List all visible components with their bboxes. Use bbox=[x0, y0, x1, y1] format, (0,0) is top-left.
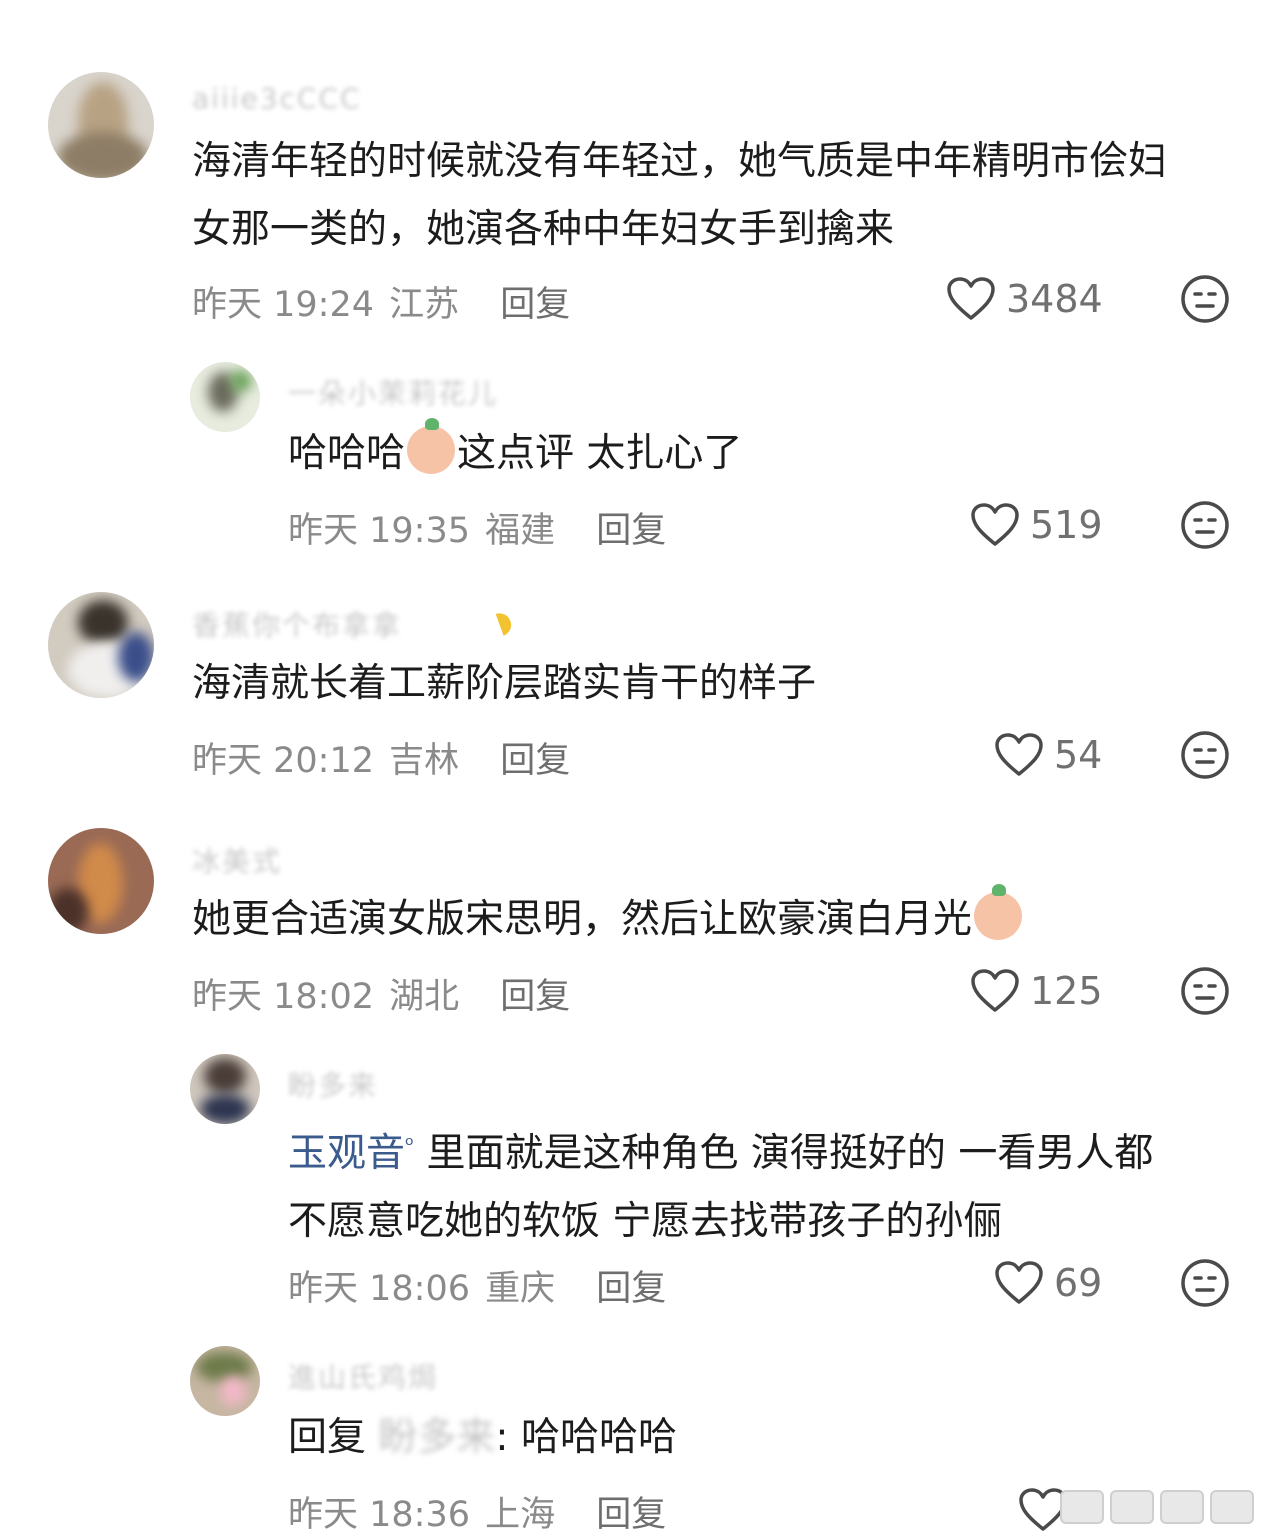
reply-target-name[interactable]: 盼多来 bbox=[378, 1415, 495, 1460]
username[interactable]: 進山氏鸡焗 bbox=[288, 1356, 438, 1396]
location: 上海 bbox=[485, 1495, 556, 1535]
dislike-icon[interactable] bbox=[1180, 966, 1230, 1016]
username[interactable]: 盼多来 bbox=[288, 1064, 378, 1104]
comment-text: 回复 盼多来: 哈哈哈哈 bbox=[288, 1415, 677, 1460]
like-button[interactable]: 519 bbox=[970, 502, 1103, 548]
timestamp: 昨天 19:35 bbox=[288, 511, 470, 551]
reply-button[interactable]: 回复 bbox=[596, 1495, 666, 1535]
watermark-block bbox=[1110, 1490, 1154, 1524]
heart-icon bbox=[971, 969, 1019, 1012]
avatar[interactable] bbox=[190, 1054, 260, 1124]
like-count: 54 bbox=[1054, 733, 1103, 777]
laughing-crying-emoji-icon bbox=[407, 418, 456, 474]
mention-link[interactable]: 玉观音 bbox=[288, 1131, 405, 1176]
username[interactable]: 一朵小茉莉花儿 bbox=[288, 372, 498, 412]
comment-text: 玉观音ᵒ 里面就是这种角色 演得挺好的 一看男人都 不愿意吃她的软饭 宁愿去找带… bbox=[288, 1131, 1154, 1244]
comment-text: 哈哈哈 这点评 太扎心了 bbox=[288, 418, 742, 488]
comment-text: 海清就长着工薪阶层踏实肯干的样子 bbox=[192, 661, 817, 706]
comment-meta: 昨天 20:12 吉林 回复 bbox=[192, 732, 570, 783]
watermark-block bbox=[1060, 1490, 1104, 1524]
timestamp: 昨天 18:06 bbox=[288, 1269, 470, 1309]
timestamp: 昨天 19:24 bbox=[192, 285, 374, 325]
banana-icon: ◗ bbox=[490, 602, 518, 641]
comment-meta: 昨天 19:35 福建 回复 bbox=[288, 502, 666, 553]
peach-emoji-icon bbox=[974, 884, 1023, 940]
username[interactable]: aiiie3cCCC bbox=[192, 82, 362, 115]
reply-button[interactable]: 回复 bbox=[596, 511, 666, 551]
location: 湖北 bbox=[389, 977, 460, 1017]
comment-text: 海清年轻的时候就没有年轻过，她气质是中年精明市侩妇 女那一类的，她演各种中年妇女… bbox=[192, 139, 1168, 252]
like-count: 69 bbox=[1054, 1261, 1103, 1305]
reply-button[interactable]: 回复 bbox=[500, 285, 570, 325]
timestamp: 昨天 18:02 bbox=[192, 977, 374, 1017]
comment-text: 她更合适演女版宋思明，然后让欧豪演白月光 bbox=[192, 884, 1024, 954]
location: 重庆 bbox=[485, 1269, 556, 1309]
like-button[interactable]: 125 bbox=[970, 968, 1103, 1014]
avatar[interactable] bbox=[48, 592, 154, 698]
reply-button[interactable]: 回复 bbox=[500, 977, 570, 1017]
like-count: 125 bbox=[1030, 969, 1103, 1013]
dislike-icon[interactable] bbox=[1180, 1258, 1230, 1308]
location: 福建 bbox=[485, 511, 556, 551]
username[interactable]: 香蕉你个布拿拿 bbox=[192, 604, 402, 644]
reply-button[interactable]: 回复 bbox=[596, 1269, 666, 1309]
like-count: 519 bbox=[1030, 503, 1103, 547]
dislike-icon[interactable] bbox=[1180, 274, 1230, 324]
location: 江苏 bbox=[389, 285, 460, 325]
avatar[interactable] bbox=[48, 72, 154, 178]
avatar[interactable] bbox=[190, 1346, 260, 1416]
dislike-icon[interactable] bbox=[1180, 730, 1230, 780]
watermark-block bbox=[1160, 1490, 1204, 1524]
comment-meta: 昨天 18:02 湖北 回复 bbox=[192, 968, 570, 1019]
like-button[interactable]: 54 bbox=[994, 732, 1102, 778]
watermark-block bbox=[1210, 1490, 1254, 1524]
search-icon[interactable]: ᵒ bbox=[405, 1133, 414, 1158]
dislike-icon[interactable] bbox=[1180, 500, 1230, 550]
like-button[interactable]: 69 bbox=[994, 1260, 1102, 1306]
reply-button[interactable]: 回复 bbox=[500, 741, 570, 781]
like-count: 3484 bbox=[1006, 277, 1103, 321]
avatar[interactable] bbox=[190, 362, 260, 432]
location: 吉林 bbox=[389, 741, 460, 781]
heart-icon bbox=[995, 733, 1043, 776]
timestamp: 昨天 18:36 bbox=[288, 1495, 470, 1535]
heart-icon bbox=[947, 277, 995, 320]
timestamp: 昨天 20:12 bbox=[192, 741, 374, 781]
comment-meta: 昨天 18:36 上海 回复 bbox=[288, 1486, 666, 1537]
heart-icon bbox=[995, 1261, 1043, 1304]
like-button[interactable]: 3484 bbox=[946, 276, 1103, 322]
username[interactable]: 冰美式 bbox=[192, 840, 282, 880]
comment-meta: 昨天 19:24 江苏 回复 bbox=[192, 276, 570, 327]
avatar[interactable] bbox=[48, 828, 154, 934]
comment-meta: 昨天 18:06 重庆 回复 bbox=[288, 1260, 666, 1311]
heart-icon bbox=[971, 503, 1019, 546]
